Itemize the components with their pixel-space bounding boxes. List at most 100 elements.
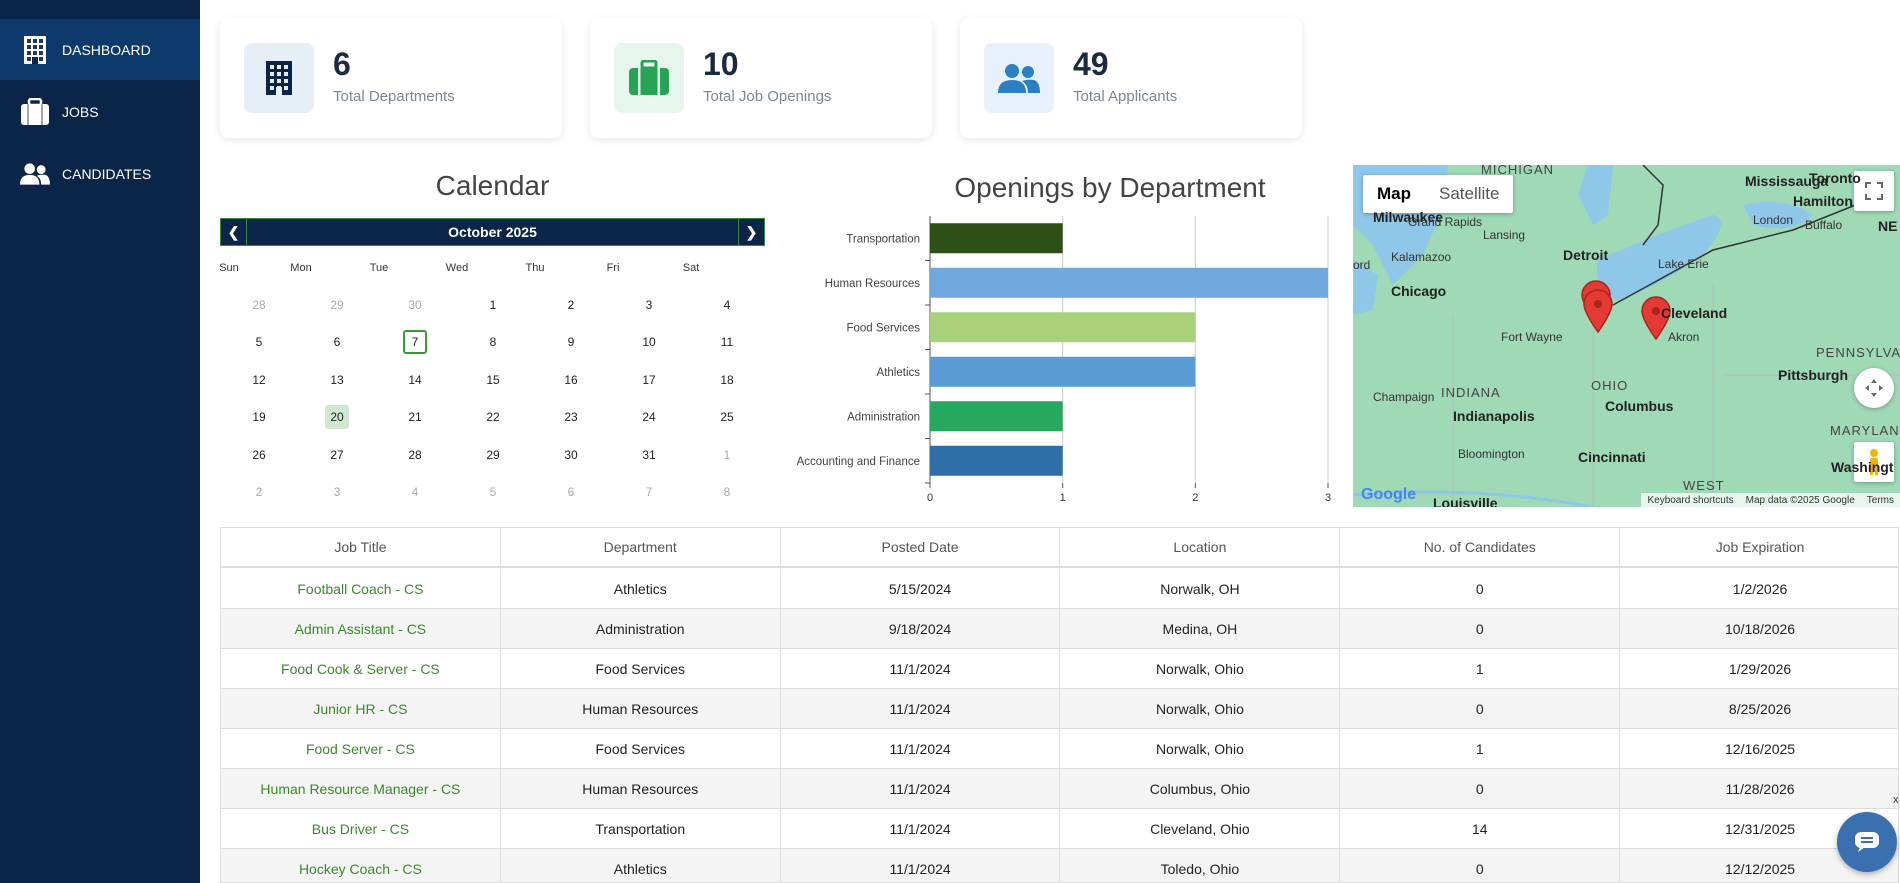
job-title-link[interactable]: Human Resource Manager - CS [221, 769, 501, 808]
calendar-day[interactable]: 29 [454, 436, 532, 473]
calendar-day-number: 5 [489, 485, 497, 499]
job-title-link[interactable]: Bus Driver - CS [221, 809, 501, 848]
calendar-day[interactable]: 2 [220, 474, 298, 511]
map-place-label: Akron [1668, 330, 1700, 344]
sidebar-item-label: CANDIDATES [62, 165, 152, 182]
calendar-day[interactable]: 7 [376, 324, 454, 361]
calendar-day[interactable]: 10 [610, 324, 688, 361]
chevron-left-icon[interactable]: ❮ [221, 219, 247, 245]
calendar-day[interactable]: 17 [610, 361, 688, 398]
job-title-link[interactable]: Food Cook & Server - CS [221, 649, 501, 688]
column-header[interactable]: Department [501, 528, 781, 566]
map-place-label: PENNSYLVANIA [1816, 345, 1900, 360]
calendar-day[interactable]: 27 [298, 436, 376, 473]
table-cell: Food Services [501, 649, 781, 688]
weekday-label: Tue [369, 262, 389, 274]
calendar-day[interactable]: 25 [688, 399, 766, 436]
chat-bubble-icon[interactable] [1837, 812, 1897, 872]
calendar-day-number: 5 [255, 335, 263, 349]
table-cell: Medina, OH [1060, 609, 1341, 648]
map-place-label: ord [1353, 258, 1371, 272]
calendar-day[interactable]: 15 [454, 361, 532, 398]
map-place-label: Chicago [1391, 283, 1447, 299]
column-header[interactable]: Location [1060, 528, 1341, 566]
satellite-tab[interactable]: Satellite [1425, 175, 1513, 213]
table-cell: 10/18/2026 [1725, 620, 1796, 637]
calendar-day[interactable]: 24 [610, 399, 688, 436]
table-cell: Toledo, Ohio [1060, 849, 1341, 882]
calendar-day[interactable]: 26 [220, 436, 298, 473]
calendar-day[interactable]: 4 [376, 474, 454, 511]
calendar-day[interactable]: 11 [688, 324, 766, 361]
map-place-label: MARYLAN [1830, 423, 1900, 438]
calendar-day[interactable]: 19 [220, 399, 298, 436]
sidebar-item-candidates[interactable]: CANDIDATES [0, 143, 200, 204]
job-title-link[interactable]: Food Server - CS [221, 729, 501, 768]
calendar-day[interactable]: 9 [532, 324, 610, 361]
table-cell: 11/1/2024 [781, 729, 1061, 768]
table-cell: 8/25/2026 [1728, 700, 1792, 717]
column-header[interactable]: Posted Date [781, 528, 1061, 566]
calendar-day-number: 6 [567, 485, 575, 499]
calendar-day[interactable]: 8 [688, 474, 766, 511]
table-cell: 11/1/2024 [781, 649, 1061, 688]
calendar-day-number: 14 [408, 372, 422, 387]
calendar-day[interactable]: 6 [532, 474, 610, 511]
map-place-label: WEST [1683, 478, 1725, 493]
chevron-right-icon[interactable]: ❯ [738, 219, 764, 245]
calendar-day[interactable]: 20 [298, 399, 376, 436]
job-title-link[interactable]: Hockey Coach - CS [221, 849, 501, 882]
calendar-day[interactable]: 21 [376, 399, 454, 436]
calendar-day[interactable]: 29 [298, 286, 376, 323]
calendar-day[interactable]: 1 [688, 436, 766, 473]
calendar-day[interactable]: 18 [688, 361, 766, 398]
building-icon [20, 35, 50, 65]
map-pin-icon[interactable] [1583, 289, 1613, 333]
calendar-day-number: 26 [252, 447, 266, 462]
table-cell: Norwalk, Ohio [1060, 689, 1341, 728]
calendar-day[interactable]: 6 [298, 324, 376, 361]
calendar-day[interactable]: 28 [376, 436, 454, 473]
weekday-label: Sat [682, 262, 700, 274]
calendar-day[interactable]: 28 [220, 286, 298, 323]
bar-human-resources [930, 267, 1328, 298]
calendar-day[interactable]: 31 [610, 436, 688, 473]
calendar-day[interactable]: 5 [220, 324, 298, 361]
calendar-day[interactable]: 22 [454, 399, 532, 436]
sidebar-item-jobs[interactable]: JOBS [0, 81, 200, 142]
map[interactable]: Map Satellite MICHIGAN Mississauga Toronto… [1353, 165, 1900, 507]
calendar-day-number: 29 [330, 297, 344, 312]
job-title-link[interactable]: Junior HR - CS [221, 689, 501, 728]
calendar-day[interactable]: 14 [376, 361, 454, 398]
calendar-day[interactable]: 8 [454, 324, 532, 361]
map-footer-link[interactable]: Terms [1867, 495, 1894, 506]
calendar-day[interactable]: 4 [688, 286, 766, 323]
calendar-day-number: 10 [642, 335, 656, 349]
table-cell: 12/16/2025 [1725, 740, 1796, 757]
column-header[interactable]: Job Title [221, 528, 501, 566]
calendar-day[interactable]: 30 [376, 286, 454, 323]
calendar-day-number: 8 [723, 485, 731, 499]
calendar-day[interactable]: 7 [610, 474, 688, 511]
calendar-day[interactable]: 3 [298, 474, 376, 511]
map-place-label: Grand Rapids [1408, 215, 1483, 229]
job-title-link[interactable]: Admin Assistant - CS [221, 609, 501, 648]
calendar-day[interactable]: 2 [532, 286, 610, 323]
calendar-day[interactable]: 5 [454, 474, 532, 511]
calendar-day[interactable]: 12 [220, 361, 298, 398]
calendar-day[interactable]: 30 [532, 436, 610, 473]
calendar-day-number: 12 [252, 372, 266, 387]
map-footer-link[interactable]: Keyboard shortcuts [1647, 495, 1733, 506]
map-tab[interactable]: Map [1363, 175, 1425, 213]
calendar-day[interactable]: 16 [532, 361, 610, 398]
column-header[interactable]: Job Expiration [1620, 528, 1898, 566]
camera-control-icon[interactable] [1854, 368, 1894, 408]
column-header[interactable]: No. of Candidates [1340, 528, 1621, 566]
sidebar-item-dashboard[interactable]: DASHBOARD [0, 19, 200, 80]
calendar-day[interactable]: 1 [454, 286, 532, 323]
calendar-day[interactable]: 23 [532, 399, 610, 436]
calendar-day[interactable]: 13 [298, 361, 376, 398]
map-footer-link[interactable]: Map data ©2025 Google [1746, 495, 1855, 506]
calendar-day[interactable]: 3 [610, 286, 688, 323]
job-title-link[interactable]: Football Coach - CS [221, 569, 501, 608]
